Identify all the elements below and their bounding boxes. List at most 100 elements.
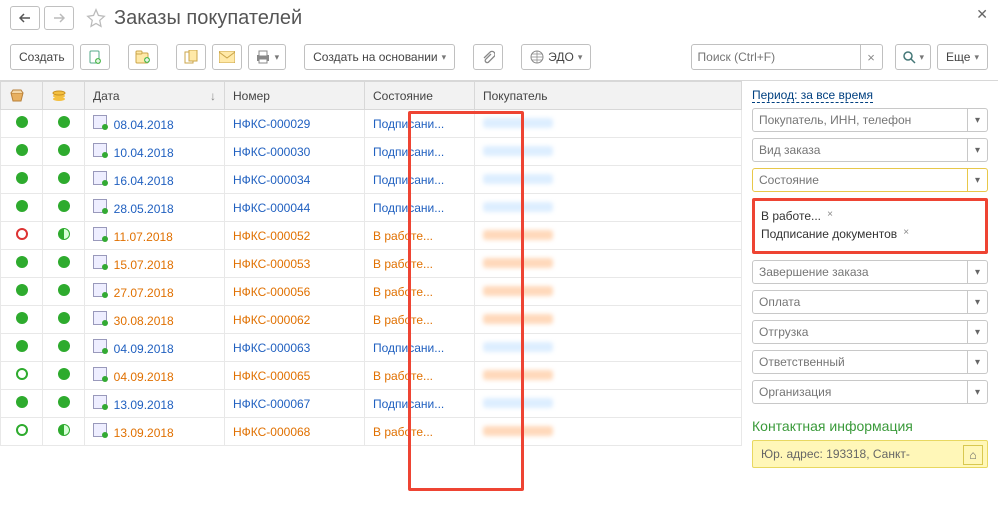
filter-shipping-input[interactable]: [752, 320, 968, 344]
col-number-header[interactable]: Номер: [225, 82, 365, 110]
col-date-header[interactable]: Дата ↓: [85, 82, 225, 110]
table-row[interactable]: 16.04.2018НФКС-000034Подписани...: [1, 166, 742, 194]
nav-forward-button[interactable]: [44, 6, 74, 30]
filter-responsible-dd[interactable]: ▾: [968, 350, 988, 374]
filter-order-type-dd[interactable]: ▾: [968, 138, 988, 162]
table-row[interactable]: 13.09.2018НФКС-000067Подписани...: [1, 390, 742, 418]
row-buyer[interactable]: [475, 362, 742, 390]
clipboard-button[interactable]: [176, 44, 206, 70]
filter-state-dd[interactable]: ▾: [968, 168, 988, 192]
row-date[interactable]: 28.05.2018: [85, 194, 225, 222]
search-clear-button[interactable]: ×: [861, 44, 883, 70]
print-button[interactable]: ▾: [248, 44, 287, 70]
row-buyer[interactable]: [475, 418, 742, 446]
row-state[interactable]: В работе...: [365, 306, 475, 334]
filter-payment-dd[interactable]: ▾: [968, 290, 988, 314]
row-state[interactable]: Подписани...: [365, 334, 475, 362]
table-row[interactable]: 15.07.2018НФКС-000053В работе...: [1, 250, 742, 278]
row-state[interactable]: В работе...: [365, 418, 475, 446]
filter-responsible-input[interactable]: [752, 350, 968, 374]
row-state[interactable]: В работе...: [365, 362, 475, 390]
tag-remove-icon[interactable]: ×: [827, 209, 833, 220]
table-row[interactable]: 08.04.2018НФКС-000029Подписани...: [1, 110, 742, 138]
row-buyer[interactable]: [475, 390, 742, 418]
row-state[interactable]: Подписани...: [365, 194, 475, 222]
row-state[interactable]: В работе...: [365, 222, 475, 250]
row-buyer[interactable]: [475, 306, 742, 334]
table-row[interactable]: 04.09.2018НФКС-000065В работе...: [1, 362, 742, 390]
row-number[interactable]: НФКС-000065: [225, 362, 365, 390]
table-row[interactable]: 30.08.2018НФКС-000062В работе...: [1, 306, 742, 334]
row-buyer[interactable]: [475, 334, 742, 362]
filter-state-input[interactable]: [752, 168, 968, 192]
edo-button[interactable]: ЭДО ▾: [521, 44, 591, 70]
row-date[interactable]: 13.09.2018: [85, 418, 225, 446]
find-button[interactable]: ▾: [895, 44, 932, 70]
row-number[interactable]: НФКС-000034: [225, 166, 365, 194]
row-state[interactable]: Подписани...: [365, 166, 475, 194]
row-number[interactable]: НФКС-000062: [225, 306, 365, 334]
col-status1-header[interactable]: [1, 82, 43, 110]
row-number[interactable]: НФКС-000030: [225, 138, 365, 166]
col-buyer-header[interactable]: Покупатель: [475, 82, 742, 110]
row-number[interactable]: НФКС-000068: [225, 418, 365, 446]
row-state[interactable]: Подписани...: [365, 390, 475, 418]
row-state[interactable]: Подписани...: [365, 110, 475, 138]
table-row[interactable]: 28.05.2018НФКС-000044Подписани...: [1, 194, 742, 222]
row-date[interactable]: 27.07.2018: [85, 278, 225, 306]
table-row[interactable]: 13.09.2018НФКС-000068В работе...: [1, 418, 742, 446]
row-buyer[interactable]: [475, 166, 742, 194]
row-number[interactable]: НФКС-000029: [225, 110, 365, 138]
row-date[interactable]: 13.09.2018: [85, 390, 225, 418]
row-date[interactable]: 30.08.2018: [85, 306, 225, 334]
row-number[interactable]: НФКС-000053: [225, 250, 365, 278]
row-date[interactable]: 16.04.2018: [85, 166, 225, 194]
table-row[interactable]: 04.09.2018НФКС-000063Подписани...: [1, 334, 742, 362]
row-date[interactable]: 04.09.2018: [85, 334, 225, 362]
row-buyer[interactable]: [475, 110, 742, 138]
filter-buyer-dd[interactable]: ▾: [968, 108, 988, 132]
favorite-star-icon[interactable]: [86, 8, 106, 28]
col-status2-header[interactable]: [43, 82, 85, 110]
table-row[interactable]: 10.04.2018НФКС-000030Подписани...: [1, 138, 742, 166]
filter-org-input[interactable]: [752, 380, 968, 404]
row-date[interactable]: 04.09.2018: [85, 362, 225, 390]
row-buyer[interactable]: [475, 250, 742, 278]
row-buyer[interactable]: [475, 194, 742, 222]
row-date[interactable]: 15.07.2018: [85, 250, 225, 278]
row-date[interactable]: 11.07.2018: [85, 222, 225, 250]
row-number[interactable]: НФКС-000044: [225, 194, 365, 222]
nav-back-button[interactable]: [10, 6, 40, 30]
row-state[interactable]: В работе...: [365, 278, 475, 306]
period-link[interactable]: Период: за все время: [752, 88, 873, 103]
create-based-button[interactable]: Создать на основании ▾: [304, 44, 455, 70]
row-date[interactable]: 10.04.2018: [85, 138, 225, 166]
mail-button[interactable]: [212, 44, 242, 70]
search-input[interactable]: [691, 44, 861, 70]
tag-remove-icon[interactable]: ×: [903, 227, 909, 238]
filter-completion-dd[interactable]: ▾: [968, 260, 988, 284]
row-buyer[interactable]: [475, 138, 742, 166]
row-date[interactable]: 08.04.2018: [85, 110, 225, 138]
home-icon[interactable]: ⌂: [963, 445, 983, 465]
close-icon[interactable]: ✕: [976, 6, 988, 23]
col-state-header[interactable]: Состояние: [365, 82, 475, 110]
row-state[interactable]: Подписани...: [365, 138, 475, 166]
table-row[interactable]: 11.07.2018НФКС-000052В работе...: [1, 222, 742, 250]
more-button[interactable]: Еще ▾: [937, 44, 988, 70]
filter-completion-input[interactable]: [752, 260, 968, 284]
create-copy-button[interactable]: [80, 44, 110, 70]
attach-button[interactable]: [473, 44, 503, 70]
create-group-button[interactable]: [128, 44, 158, 70]
row-number[interactable]: НФКС-000052: [225, 222, 365, 250]
create-button[interactable]: Создать: [10, 44, 74, 70]
row-buyer[interactable]: [475, 222, 742, 250]
filter-payment-input[interactable]: [752, 290, 968, 314]
row-buyer[interactable]: [475, 278, 742, 306]
filter-order-type-input[interactable]: [752, 138, 968, 162]
row-number[interactable]: НФКС-000056: [225, 278, 365, 306]
filter-org-dd[interactable]: ▾: [968, 380, 988, 404]
filter-shipping-dd[interactable]: ▾: [968, 320, 988, 344]
table-row[interactable]: 27.07.2018НФКС-000056В работе...: [1, 278, 742, 306]
filter-buyer-input[interactable]: [752, 108, 968, 132]
